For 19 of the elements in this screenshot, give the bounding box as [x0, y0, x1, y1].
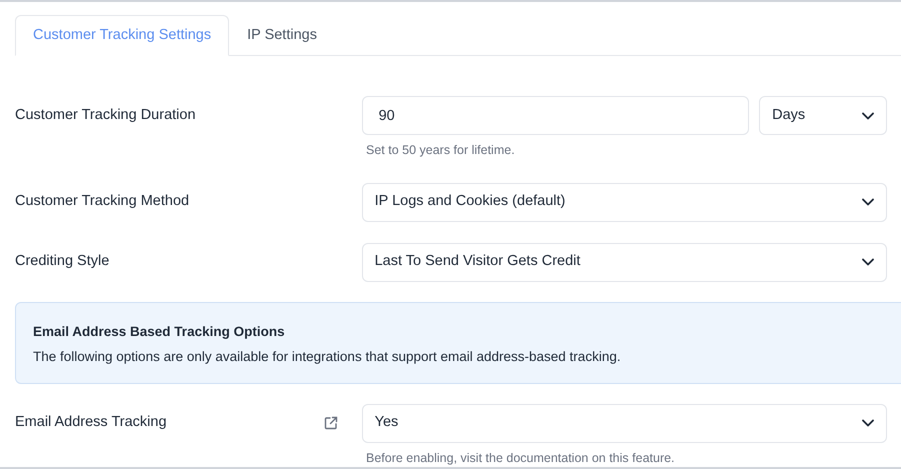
external-link-icon[interactable]	[324, 416, 338, 430]
field-label: Customer Tracking Method	[15, 192, 190, 212]
field-label: Customer Tracking Duration	[15, 106, 196, 125]
field-label: Email Address Tracking	[15, 413, 167, 432]
dropdown[interactable]: IP Logs and Cookies (default)	[362, 182, 887, 222]
duration-input[interactable]: 90	[362, 96, 750, 135]
help-text: Before enabling, visit the documentation on this feature.	[366, 450, 675, 467]
dropdown[interactable]: Yes	[362, 404, 887, 443]
tab[interactable]: IP Settings	[229, 15, 335, 56]
help-text: Set to 50 years for lifetime.	[366, 142, 515, 159]
chevron-down-icon	[862, 198, 874, 206]
field-label: Crediting Style	[15, 252, 110, 272]
dropdown[interactable]: Last To Send Visitor Gets Credit	[362, 242, 887, 282]
chevron-down-icon	[862, 258, 874, 266]
chevron-down-icon	[862, 419, 874, 428]
dropdown[interactable]: Days	[759, 96, 887, 135]
info-title: Email Address Based Tracking Options	[33, 322, 285, 341]
info-text: The following options are only available for integrations that support email address-based tracking.	[33, 348, 621, 366]
chevron-down-icon	[862, 112, 874, 120]
